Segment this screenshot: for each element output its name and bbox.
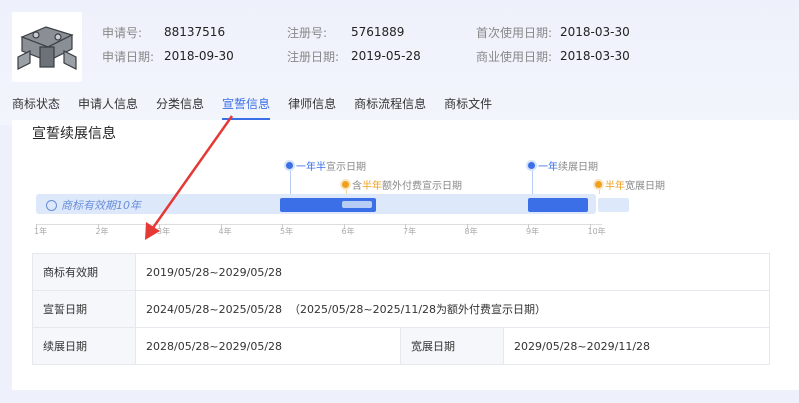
grace-date-value: 2029/05/28~2029/11/28: [503, 327, 770, 365]
tab-declaration-info[interactable]: 宣誓信息: [222, 92, 271, 120]
meta-column-2: 注册号: 5761889 注册日期: 2019-05-28: [287, 20, 421, 68]
trademark-image: [12, 12, 82, 82]
annotation-highlight: 一年半: [296, 162, 326, 173]
application-number-label: 申请号:: [102, 25, 143, 40]
grace-segment: [598, 198, 629, 212]
renewal-date-value: 2028/05/28~2029/05/28: [135, 327, 401, 365]
validity-value: 2019/05/28~2029/05/28: [135, 253, 770, 291]
annotation-renewal: 一年 续展日期: [528, 158, 598, 173]
orange-dot-icon: [595, 181, 602, 188]
declaration-renewal-card: 宣誓续展信息 一年半 宣示日期 含半年 额外付费宣示日期 一年 续展日期 半年 宽展日期: [12, 120, 799, 390]
clock-icon: [46, 199, 57, 211]
declaration-date-label: 宣誓日期: [32, 290, 136, 328]
meta-column-1: 申请号: 88137516 申请日期: 2018-09-30: [102, 20, 234, 68]
annotation-declaration: 一年半 宣示日期: [286, 158, 366, 173]
application-number-value: 88137516: [164, 25, 226, 39]
annotation-text: 续展日期: [558, 162, 598, 173]
registration-number-label: 注册号:: [287, 25, 328, 40]
orange-dot-icon: [342, 181, 349, 188]
blue-dot-icon: [286, 162, 293, 169]
timeline-tick-label: 9年: [526, 227, 540, 236]
grace-date-label: 宽展日期: [400, 327, 504, 365]
annotation-highlight: 半年: [362, 181, 382, 192]
tab-bar: 商标状态 申请人信息 分类信息 宣誓信息 律师信息 商标流程信息 商标文件: [12, 92, 510, 120]
tab-trademark-status[interactable]: 商标状态: [12, 92, 60, 120]
tab-attorney-info[interactable]: 律师信息: [288, 92, 336, 120]
timeline-tick-label: 8年: [464, 227, 478, 236]
extra-fee-segment: [342, 201, 372, 208]
annotation-text: 宽展日期: [625, 181, 665, 192]
timeline-tick-label: 5年: [280, 227, 294, 236]
timeline-tick-label: 3年: [157, 227, 171, 236]
annotation-highlight: 半年: [605, 181, 625, 192]
renewal-segment: [528, 198, 588, 212]
timeline-tick-label: 7年: [403, 227, 417, 236]
annotation-text: 宣示日期: [326, 162, 366, 173]
renewal-date-label: 续展日期: [32, 327, 136, 365]
tab-trademark-documents[interactable]: 商标文件: [444, 92, 492, 120]
application-date-value: 2018-09-30: [164, 49, 234, 63]
commercial-use-date-value: 2018-03-30: [560, 49, 630, 63]
first-use-date-label: 首次使用日期:: [476, 25, 553, 40]
validity-timeline: 一年半 宣示日期 含半年 额外付费宣示日期 一年 续展日期 半年 宽展日期 商标有效期1…: [12, 120, 799, 245]
first-use-date-value: 2018-03-30: [560, 25, 630, 39]
declaration-table: 商标有效期 2019/05/28~2029/05/28 宣誓日期 2024/05…: [32, 253, 770, 365]
timeline-tick-label: 4年: [218, 227, 232, 236]
application-date-label: 申请日期:: [102, 49, 155, 64]
annotation-text: 额外付费宣示日期: [382, 181, 462, 192]
registration-date-label: 注册日期:: [287, 49, 340, 64]
table-row: 商标有效期 2019/05/28~2029/05/28: [32, 253, 770, 291]
table-row: 续展日期 2028/05/28~2029/05/28 宽展日期 2029/05/…: [32, 327, 770, 365]
trademark-header: 申请号: 88137516 申请日期: 2018-09-30 注册号: 5761889…: [0, 0, 799, 125]
timeline-tick-label: 6年: [341, 227, 355, 236]
registration-date-value: 2019-05-28: [351, 49, 421, 63]
validity-label: 商标有效期: [32, 253, 136, 291]
declaration-date-value: 2024/05/28~2025/05/28 （2025/05/28~2025/1…: [135, 290, 770, 328]
tab-applicant-info[interactable]: 申请人信息: [78, 92, 138, 120]
blue-dot-icon: [528, 162, 535, 169]
tab-classification-info[interactable]: 分类信息: [156, 92, 204, 120]
tab-process-info[interactable]: 商标流程信息: [354, 92, 426, 120]
annotation-extra-fee: 含半年 额外付费宣示日期: [342, 177, 462, 192]
table-row: 宣誓日期 2024/05/28~2025/05/28 （2025/05/28~2…: [32, 290, 770, 328]
meta-column-3: 首次使用日期: 2018-03-30 商业使用日期: 2018-03-30: [476, 20, 630, 68]
timeline-axis: [36, 224, 602, 225]
timeline-tick-label: 10年: [587, 227, 606, 236]
timeline-tick-label: 2年: [95, 227, 109, 236]
track-label-text: 商标有效期10年: [61, 199, 141, 212]
registration-number-value: 5761889: [351, 25, 405, 39]
annotation-grace: 半年 宽展日期: [595, 177, 665, 192]
annotation-prefix: 含: [352, 181, 362, 192]
timeline-tick-label: 1年: [34, 227, 48, 236]
commercial-use-date-label: 商业使用日期:: [476, 49, 553, 64]
track-label: 商标有效期10年: [46, 197, 141, 213]
annotation-highlight: 一年: [538, 162, 558, 173]
